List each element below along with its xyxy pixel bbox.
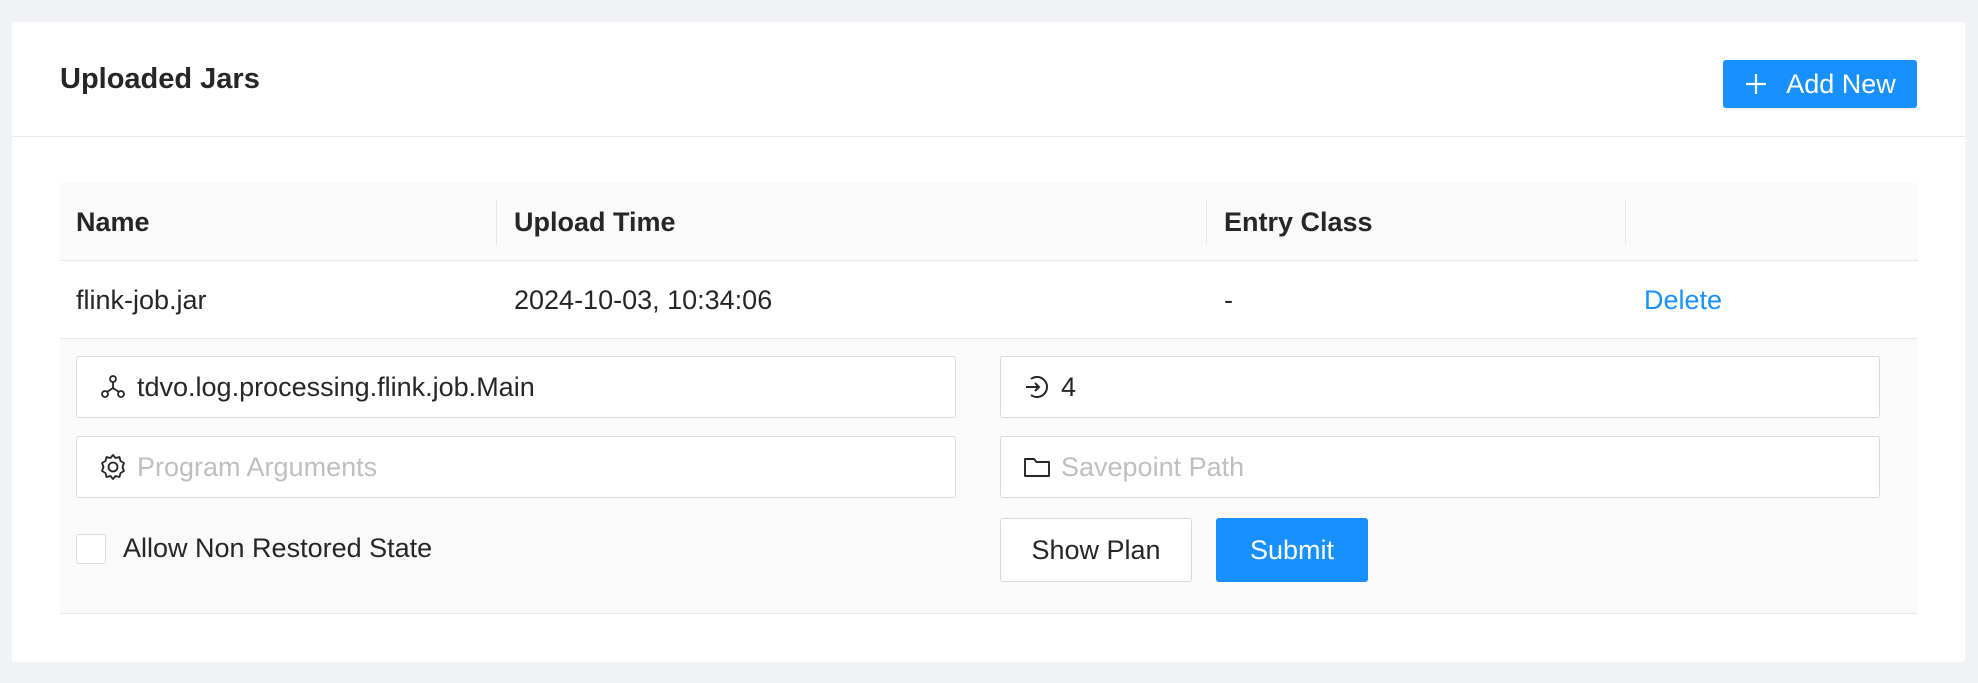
- jar-entry-class: -: [1224, 285, 1233, 315]
- plus-icon: [1744, 72, 1768, 96]
- parallelism-value: 4: [1061, 371, 1077, 402]
- allow-non-restored-label: Allow Non Restored State: [123, 533, 433, 563]
- column-divider: [1625, 199, 1626, 245]
- gear-icon: [99, 453, 127, 481]
- submit-button[interactable]: Submit: [1216, 518, 1368, 582]
- savepoint-path-placeholder: Savepoint Path: [1061, 451, 1245, 482]
- card-header: Uploaded Jars Add New: [12, 22, 1965, 137]
- jars-table: Name Upload Time Entry Class flink-job.j…: [60, 183, 1918, 614]
- program-arguments-input[interactable]: Program Arguments: [76, 436, 956, 498]
- uploaded-jars-card: Uploaded Jars Add New Name Upload Time E…: [12, 22, 1965, 662]
- column-divider: [1206, 199, 1207, 245]
- table-header: Name Upload Time Entry Class: [60, 183, 1918, 261]
- entry-class-input[interactable]: tdvo.log.processing.flink.job.Main: [76, 356, 956, 418]
- jar-name: flink-job.jar: [76, 285, 207, 315]
- submit-job-form: tdvo.log.processing.flink.job.Main 4 Pro…: [60, 339, 1918, 614]
- jar-upload-time: 2024-10-03, 10:34:06: [514, 285, 773, 315]
- cluster-icon: [99, 373, 127, 401]
- table-row[interactable]: flink-job.jar 2024-10-03, 10:34:06 - Del…: [60, 261, 1918, 339]
- add-new-button[interactable]: Add New: [1723, 60, 1917, 108]
- add-new-label: Add New: [1786, 68, 1896, 99]
- folder-icon: [1023, 453, 1051, 481]
- allow-non-restored-checkbox[interactable]: [76, 533, 106, 564]
- show-plan-button[interactable]: Show Plan: [1000, 518, 1192, 582]
- program-arguments-placeholder: Program Arguments: [137, 451, 378, 482]
- column-header-entry-class: Entry Class: [1224, 207, 1373, 237]
- savepoint-path-input[interactable]: Savepoint Path: [1000, 436, 1880, 498]
- delete-link[interactable]: Delete: [1644, 261, 1722, 339]
- column-header-upload-time: Upload Time: [514, 207, 676, 237]
- entry-class-value: tdvo.log.processing.flink.job.Main: [137, 371, 535, 402]
- allow-non-restored-state[interactable]: Allow Non Restored State: [76, 533, 432, 564]
- column-divider: [496, 199, 497, 245]
- login-icon: [1023, 373, 1051, 401]
- column-header-name: Name: [76, 207, 150, 237]
- parallelism-input[interactable]: 4: [1000, 356, 1880, 418]
- card-title: Uploaded Jars: [60, 63, 260, 95]
